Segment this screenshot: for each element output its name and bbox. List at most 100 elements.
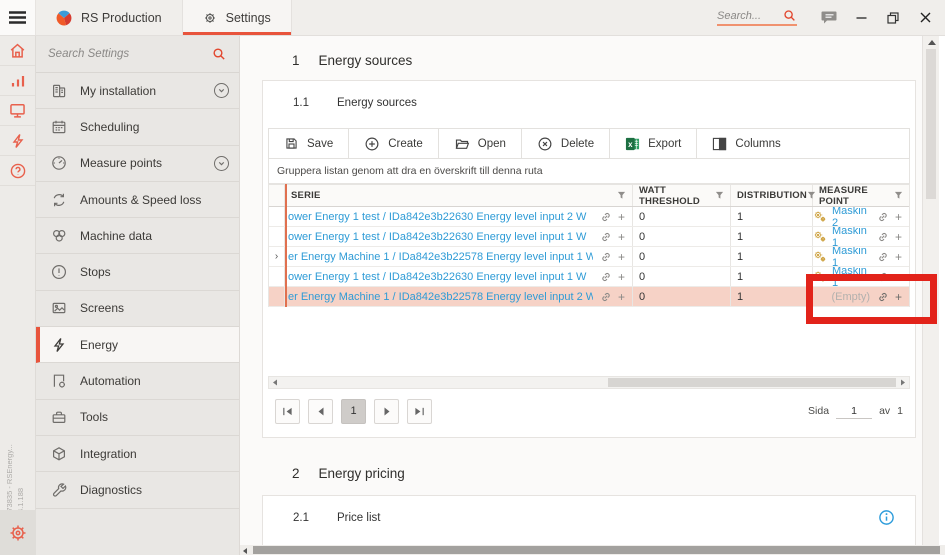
measure-point-empty[interactable]: (Empty) [831, 291, 870, 303]
rail-help-button[interactable] [0, 156, 35, 186]
minimize-button[interactable] [845, 0, 877, 36]
link-icon[interactable] [877, 291, 889, 303]
scrollbar-thumb[interactable] [253, 546, 940, 554]
close-button[interactable] [909, 0, 941, 36]
link-icon[interactable] [877, 231, 889, 243]
prev-page-button[interactable] [308, 399, 333, 424]
scroll-up-icon[interactable] [928, 40, 936, 45]
measure-point-link[interactable]: Maskin 2 [832, 207, 870, 226]
window-vertical-scrollbar[interactable] [922, 36, 939, 545]
table-row[interactable]: ower Energy 1 test / IDa842e3b22630 Ener… [269, 267, 909, 287]
table-row[interactable]: ower Energy 1 test / IDa842e3b22630 Ener… [269, 227, 909, 247]
add-icon[interactable]: + [618, 271, 625, 283]
distribution-cell[interactable]: 1 [731, 227, 813, 246]
sidebar-item-diagnostics[interactable]: Diagnostics [36, 472, 239, 508]
table-row[interactable]: › er Energy Machine 1 / IDa842e3b22578 E… [269, 247, 909, 267]
sidebar-item-machine-data[interactable]: Machine data [36, 218, 239, 254]
first-page-button[interactable] [275, 399, 300, 424]
scrollbar-thumb[interactable] [926, 49, 936, 199]
sidebar-item-energy[interactable]: Energy [36, 327, 239, 363]
sidebar-item-scheduling[interactable]: Scheduling [36, 109, 239, 145]
serie-link[interactable]: ower Energy 1 test / IDa842e3b22630 Ener… [288, 211, 593, 223]
tab-settings[interactable]: Settings [183, 0, 292, 35]
columns-button[interactable]: Columns [697, 129, 795, 158]
watt-threshold-cell[interactable]: 0 [633, 287, 731, 306]
add-icon[interactable]: + [618, 211, 625, 223]
rail-home-button[interactable] [0, 36, 35, 66]
scroll-right-icon[interactable] [900, 379, 906, 386]
distribution-cell[interactable]: 1 [731, 267, 813, 286]
next-page-button[interactable] [374, 399, 399, 424]
distribution-cell[interactable]: 1 [731, 207, 813, 226]
chevron-down-icon[interactable] [214, 156, 229, 171]
rail-screens-button[interactable] [0, 96, 35, 126]
sidebar-item-stops[interactable]: Stops [36, 254, 239, 290]
sidebar-item-my-installation[interactable]: My installation [36, 73, 239, 109]
scroll-left-icon[interactable] [243, 548, 247, 554]
link-icon[interactable] [877, 211, 889, 223]
distribution-cell[interactable]: 1 [731, 247, 813, 266]
filter-icon[interactable] [894, 191, 903, 200]
filter-icon[interactable] [715, 191, 724, 200]
grid-horizontal-scrollbar[interactable] [268, 376, 910, 389]
link-icon[interactable] [600, 291, 612, 303]
link-icon[interactable] [877, 251, 889, 263]
rail-analytics-button[interactable] [0, 66, 35, 96]
window-horizontal-scrollbar[interactable] [240, 545, 945, 555]
distribution-cell[interactable]: 1 [731, 287, 813, 306]
table-row[interactable]: ower Energy 1 test / IDa842e3b22630 Ener… [269, 207, 909, 227]
measure-point-link[interactable]: Maskin 1 [832, 267, 870, 286]
open-button[interactable]: Open [439, 129, 522, 158]
column-header-serie[interactable]: SERIE [285, 185, 633, 206]
group-panel[interactable]: Gruppera listan genom att dra en överskr… [268, 159, 910, 184]
watt-threshold-cell[interactable]: 0 [633, 247, 731, 266]
watt-threshold-cell[interactable]: 0 [633, 207, 731, 226]
link-icon[interactable] [600, 231, 612, 243]
export-button[interactable]: x Export [610, 129, 697, 158]
filter-icon[interactable] [617, 191, 626, 200]
global-search-input[interactable] [717, 10, 779, 22]
add-icon[interactable]: + [895, 211, 902, 223]
add-icon[interactable]: + [618, 231, 625, 243]
add-icon[interactable]: + [895, 291, 902, 303]
add-icon[interactable]: + [895, 231, 902, 243]
serie-link[interactable]: ower Energy 1 test / IDa842e3b22630 Ener… [288, 231, 593, 243]
sidebar-item-amounts-speed-loss[interactable]: Amounts & Speed loss [36, 182, 239, 218]
add-icon[interactable]: + [895, 271, 902, 283]
scrollbar-thumb[interactable] [608, 378, 896, 387]
serie-link[interactable]: er Energy Machine 1 / IDa842e3b22578 Ene… [288, 291, 593, 303]
watt-threshold-cell[interactable]: 0 [633, 227, 731, 246]
column-header-distribution[interactable]: DISTRIBUTION [731, 185, 813, 206]
rail-energy-button[interactable] [0, 126, 35, 156]
sidebar-item-automation[interactable]: Automation [36, 363, 239, 399]
sidebar-item-tools[interactable]: Tools [36, 400, 239, 436]
link-icon[interactable] [600, 251, 612, 263]
link-icon[interactable] [600, 211, 612, 223]
measure-point-link[interactable]: Maskin 1 [832, 227, 870, 246]
last-page-button[interactable] [407, 399, 432, 424]
hamburger-menu-button[interactable] [0, 0, 36, 35]
create-button[interactable]: Create [349, 129, 439, 158]
info-icon[interactable] [878, 509, 895, 526]
column-header-watt-threshold[interactable]: WATT THRESHOLD [633, 185, 731, 206]
settings-search-input[interactable] [48, 48, 212, 60]
sidebar-item-integration[interactable]: Integration [36, 436, 239, 472]
add-icon[interactable]: + [618, 251, 625, 263]
table-row-selected[interactable]: er Energy Machine 1 / IDa842e3b22578 Ene… [269, 287, 909, 307]
add-icon[interactable]: + [895, 251, 902, 263]
link-icon[interactable] [877, 271, 889, 283]
save-button[interactable]: Save [269, 129, 349, 158]
link-icon[interactable] [600, 271, 612, 283]
column-header-measure-point[interactable]: MEASURE POINT [813, 185, 909, 206]
scroll-left-icon[interactable] [272, 379, 278, 386]
search-icon[interactable] [783, 9, 797, 23]
sidebar-item-measure-points[interactable]: Measure points [36, 146, 239, 182]
chevron-down-icon[interactable] [214, 83, 229, 98]
delete-button[interactable]: Delete [522, 129, 610, 158]
search-icon[interactable] [212, 47, 227, 62]
serie-link[interactable]: ower Energy 1 test / IDa842e3b22630 Ener… [288, 271, 593, 283]
feedback-button[interactable] [813, 0, 845, 36]
serie-link[interactable]: er Energy Machine 1 / IDa842e3b22578 Ene… [288, 251, 593, 263]
sidebar-item-screens[interactable]: Screens [36, 291, 239, 327]
restore-button[interactable] [877, 0, 909, 36]
